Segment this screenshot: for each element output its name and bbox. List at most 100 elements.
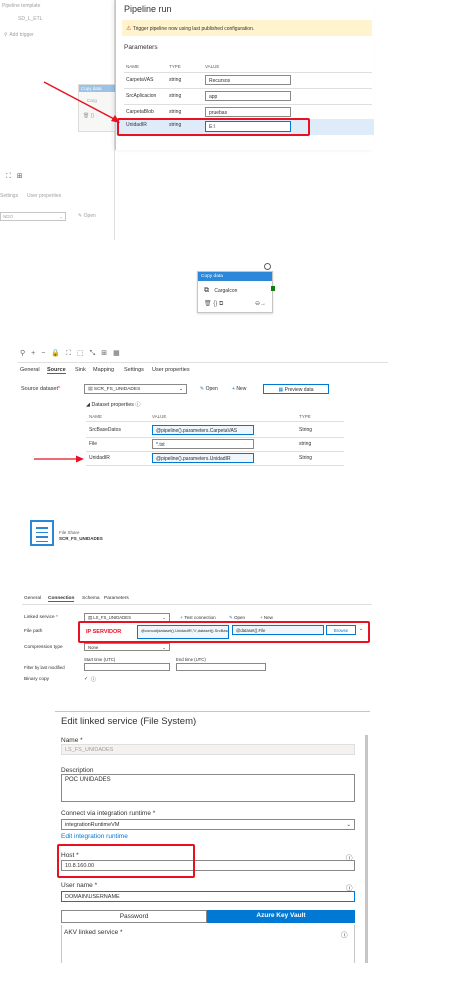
copy-data-activity[interactable]: Copy data ⧉ CargaIcon 🗑 {} ⧉ ⊖→ <box>197 271 273 313</box>
select-icon[interactable]: ⬚ <box>77 350 90 357</box>
runtime-select[interactable]: integrationRuntimeVM ⌄ <box>61 819 355 830</box>
browse-button[interactable]: Browse <box>326 625 356 635</box>
tab-connection[interactable]: Connection <box>48 596 75 602</box>
circle-handle-icon[interactable] <box>264 263 271 270</box>
description-input[interactable]: POC UNIDADES <box>61 774 355 802</box>
param-value-input[interactable]: E:\ <box>205 121 291 132</box>
file-path-label: File path <box>24 629 43 634</box>
properties-icon[interactable]: ▦ <box>113 350 126 357</box>
pencil-icon: ✎ <box>78 213 83 219</box>
pipeline-run-title: Pipeline run <box>124 4 172 14</box>
compression-select[interactable]: None ⌄ <box>84 643 170 651</box>
chevron-down-icon: ⌄ <box>346 822 351 828</box>
clone-icon[interactable]: ⧉ <box>219 301 223 307</box>
tab-sink[interactable]: Sink <box>75 367 86 373</box>
tab-settings[interactable]: Settings <box>124 367 144 373</box>
password-tab[interactable]: Password <box>61 910 207 923</box>
param-name: CarpetaBlob <box>126 109 154 115</box>
search-icon[interactable]: ⚲ <box>20 350 31 357</box>
prop-value-input[interactable]: @pipeline().parameters.CarpetaVAS <box>152 425 254 435</box>
output-arrow-icon[interactable]: ⊖→ <box>255 300 266 307</box>
info-icon: ⓘ <box>135 402 141 408</box>
tab-settings[interactable]: Settings <box>0 193 18 199</box>
arrow-annotation <box>34 455 84 463</box>
edit-runtime-link[interactable]: Edit integration runtime <box>61 833 128 840</box>
add-trigger-button[interactable]: ⚲ Add trigger <box>4 32 34 38</box>
dataset-select[interactable]: ▤ SCR_FS_UNIDADES ⌄ <box>84 384 187 394</box>
host-input[interactable]: 10.8.160.00 <box>61 860 355 871</box>
param-select[interactable]: NDO ⌄ <box>0 212 66 221</box>
linked-service-select[interactable]: ▤ LS_FS_UNIDADES ⌄ <box>84 613 170 622</box>
name-label: Name * <box>61 737 83 744</box>
chevron-down-icon: ⌄ <box>178 387 183 392</box>
prop-value-input[interactable]: @pipeline().parameters.UnidadIR <box>152 453 254 463</box>
zoom-in-icon[interactable]: + <box>31 350 41 357</box>
binary-copy-checkbox[interactable]: ✓ <box>84 676 88 682</box>
file-input[interactable]: @dataset().File <box>232 625 324 635</box>
browse-chevron-icon[interactable]: ⌄ <box>359 626 363 632</box>
param-name: CarpetaVAS <box>126 77 154 83</box>
layout-icon[interactable]: ⊞ <box>101 350 113 357</box>
tab-user-properties[interactable]: User properties <box>152 367 190 373</box>
param-value-input[interactable]: Recursos <box>205 75 291 85</box>
file-path-input[interactable]: @concat(dataset().UnidadIR,'\\',dataset(… <box>137 625 229 639</box>
start-time-label: Start time (UTC) <box>84 657 116 662</box>
start-time-input[interactable] <box>84 663 170 671</box>
open-button[interactable]: ✎ Open <box>200 386 218 392</box>
col-type-header: TYPE <box>169 64 181 69</box>
param-value-input[interactable]: app <box>205 91 291 101</box>
tab-parameters[interactable]: Parameters <box>104 596 129 601</box>
tab-mapping[interactable]: Mapping <box>93 367 114 373</box>
open-button[interactable]: ✎ Open <box>78 213 96 219</box>
edit-button[interactable]: ✎ Open <box>229 615 245 621</box>
param-name: UnidadIR <box>126 122 147 128</box>
delete-icon[interactable]: 🗑 <box>204 301 212 307</box>
required-asterisk: * <box>56 615 58 620</box>
tab-source[interactable]: Source <box>47 367 66 374</box>
resize-icon[interactable]: ⤡ <box>90 350 102 357</box>
success-handle-icon[interactable] <box>271 286 275 291</box>
compression-value: None <box>88 645 99 650</box>
prop-value-input[interactable]: *.txt <box>152 439 254 449</box>
fit-icon[interactable]: ⛶ <box>66 350 77 357</box>
layout-icon[interactable]: ⊞ <box>17 173 23 180</box>
edit-label: Open <box>234 615 246 620</box>
sd-label: SD_L_ETL <box>18 16 43 22</box>
description-label: Description <box>61 767 94 774</box>
tab-schema[interactable]: Schema <box>82 596 100 601</box>
arrow-annotation <box>43 81 120 123</box>
name-input[interactable]: LS_FS_UNIDADES <box>61 744 355 755</box>
runtime-value: integrationRuntimeVM <box>65 822 120 828</box>
test-connection-button[interactable]: ⚡ Test connection <box>180 615 216 621</box>
keyvault-tab[interactable]: Azure Key Vault <box>207 910 355 923</box>
dataset-icon: ▤ <box>88 387 93 392</box>
preview-label: Preview data <box>284 387 314 393</box>
tab-user-properties[interactable]: User properties <box>27 193 61 199</box>
dataset-properties-toggle[interactable]: ◢ Dataset properties ⓘ <box>86 401 141 408</box>
tab-general[interactable]: General <box>24 596 41 601</box>
prop-type: String <box>299 455 313 461</box>
fit-icon[interactable]: ⛶ <box>6 173 11 180</box>
plug-icon: ⚡ <box>180 615 184 620</box>
end-time-input[interactable] <box>176 663 266 671</box>
scrollbar[interactable] <box>365 735 368 963</box>
prop-name: File <box>89 441 98 447</box>
param-type: string <box>169 109 182 115</box>
new-button[interactable]: + New <box>232 386 246 392</box>
chevron-down-icon: ⌄ <box>59 214 63 219</box>
preview-data-button[interactable]: ▦ Preview data <box>263 384 329 394</box>
new-button[interactable]: + New <box>260 615 273 620</box>
code-icon[interactable]: {} <box>213 301 217 307</box>
compression-label: Compression type <box>24 645 63 650</box>
col-name-header: NAME <box>126 64 140 69</box>
username-input[interactable]: DOMAIN\USERNAME <box>61 891 355 902</box>
activity-name: CargaIcon <box>214 288 238 294</box>
parameters-label: Parameters <box>124 44 158 51</box>
lock-icon[interactable]: 🔒 <box>51 350 66 357</box>
param-type: string <box>169 77 182 83</box>
username-label: User name * <box>61 882 98 889</box>
param-value-input[interactable]: pruebas <box>205 107 291 117</box>
info-icon: ⓘ <box>91 677 97 683</box>
zoom-out-icon[interactable]: − <box>41 350 51 357</box>
tab-general[interactable]: General <box>20 367 40 373</box>
